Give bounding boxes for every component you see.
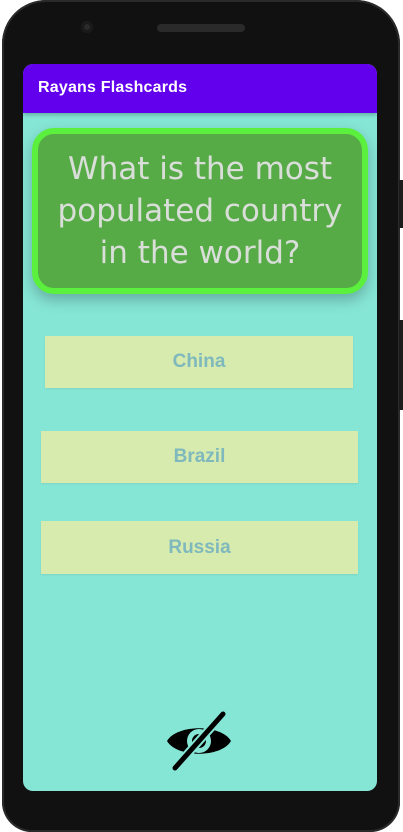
answer-button-2[interactable]: Brazil [41, 431, 358, 483]
toggle-answers-button[interactable] [163, 709, 235, 773]
eye-off-icon [167, 709, 231, 773]
question-text: What is the most populated country in th… [57, 151, 343, 271]
question-card[interactable]: What is the most populated country in th… [32, 128, 368, 294]
answer-button-1[interactable]: China [45, 336, 353, 388]
app-screen: Rayans Flashcards What is the most popul… [23, 64, 377, 791]
phone-frame: Rayans Flashcards What is the most popul… [0, 0, 403, 832]
app-title: Rayans Flashcards [38, 79, 188, 96]
power-button [399, 320, 403, 410]
volume-button [399, 180, 403, 228]
front-camera [81, 21, 93, 33]
earpiece-speaker [157, 24, 245, 32]
app-bar: Rayans Flashcards [23, 64, 377, 113]
answer-button-3[interactable]: Russia [41, 521, 358, 574]
